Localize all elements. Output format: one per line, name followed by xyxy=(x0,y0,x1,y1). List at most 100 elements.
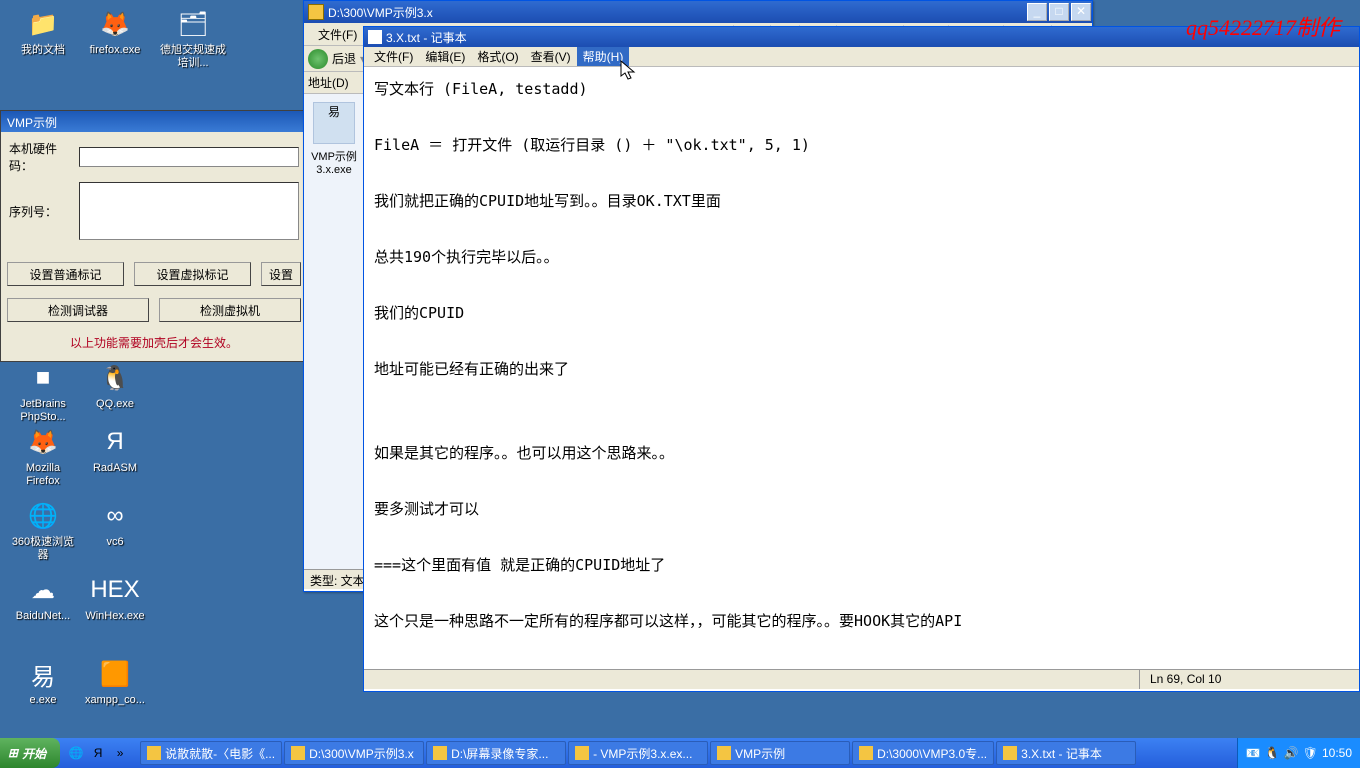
desktop-icon[interactable]: 🦊 firefox.exe xyxy=(80,6,150,57)
task-label: VMP示例 xyxy=(735,745,785,762)
task-label: 说散就散-〈电影《... xyxy=(165,745,275,762)
np-view-menu[interactable]: 查看(V) xyxy=(525,47,577,66)
max-button[interactable]: □ xyxy=(1049,3,1069,21)
hw-input[interactable] xyxy=(79,147,299,167)
clock[interactable]: 10:50 xyxy=(1322,746,1352,760)
app-icon: 🐧 xyxy=(97,360,133,396)
btn-detect-debugger[interactable]: 检测调试器 xyxy=(7,298,149,322)
np-format-menu[interactable]: 格式(O) xyxy=(471,47,524,66)
desktop-icon[interactable]: 📁 我的文档 xyxy=(8,6,78,57)
desktop-icon[interactable]: Я RadASM xyxy=(80,424,150,475)
sn-input[interactable] xyxy=(79,182,299,240)
taskbar-task[interactable]: D:\屏幕录像专家... xyxy=(426,741,566,765)
np-file-menu[interactable]: 文件(F) xyxy=(368,47,419,66)
taskbar-task[interactable]: VMP示例 xyxy=(710,741,850,765)
notepad-title-text: 3.X.txt - 记事本 xyxy=(386,29,467,46)
task-label: - VMP示例3.x.ex... xyxy=(593,745,692,762)
task-icon xyxy=(717,746,731,760)
tray-icon[interactable]: 🛡 xyxy=(1303,746,1318,760)
np-help-menu[interactable]: 帮助(H) xyxy=(577,47,630,66)
taskbar-task[interactable]: - VMP示例3.x.ex... xyxy=(568,741,708,765)
folder-icon xyxy=(308,4,324,20)
icon-label: QQ.exe xyxy=(80,398,150,411)
desktop-icon[interactable]: ☁ BaiduNet... xyxy=(8,572,78,623)
desktop-icon[interactable]: HEX WinHex.exe xyxy=(80,572,150,623)
tray-icon[interactable]: 📧 xyxy=(1246,746,1261,760)
icon-label: 德旭交规速成培训... xyxy=(158,44,228,70)
taskbar-task[interactable]: D:\3000\VMP3.0专... xyxy=(852,741,994,765)
icon-label: BaiduNet... xyxy=(8,610,78,623)
desktop-icon[interactable]: 易e.exe xyxy=(8,656,78,707)
ql-icon[interactable]: Я xyxy=(88,742,108,764)
taskbar-task[interactable]: D:\300\VMP示例3.x xyxy=(284,741,424,765)
app-icon: 🗂 xyxy=(175,6,211,42)
np-edit-menu[interactable]: 编辑(E) xyxy=(419,47,471,66)
back-icon[interactable] xyxy=(308,49,328,69)
app-icon: 🦊 xyxy=(25,424,61,460)
desktop-icon[interactable]: 🌐360极速浏览器 xyxy=(8,498,78,562)
notepad-icon xyxy=(368,30,382,44)
taskbar-task[interactable]: 说散就散-〈电影《... xyxy=(140,741,282,765)
notepad-titlebar[interactable]: 3.X.txt - 记事本 xyxy=(364,27,1359,47)
btn-set[interactable]: 设置 xyxy=(261,262,301,286)
task-icon xyxy=(291,746,305,760)
app-icon: ☁ xyxy=(25,572,61,608)
task-icon xyxy=(575,746,589,760)
btn-detect-vm[interactable]: 检测虚拟机 xyxy=(159,298,301,322)
app-icon: ∞ xyxy=(97,498,133,534)
desktop-icon[interactable]: 🗂德旭交规速成培训... xyxy=(158,6,228,70)
icon-label: e.exe xyxy=(8,694,78,707)
taskbar-task[interactable]: 3.X.txt - 记事本 xyxy=(996,741,1136,765)
min-button[interactable]: _ xyxy=(1027,3,1047,21)
icon-label: RadASM xyxy=(80,462,150,475)
notepad-menu: 文件(F) 编辑(E) 格式(O) 查看(V) 帮助(H) xyxy=(364,47,1359,67)
app-icon: Я xyxy=(97,424,133,460)
notepad-statusbar: Ln 69, Col 10 xyxy=(364,669,1359,689)
file-icon[interactable]: 易 xyxy=(313,102,355,144)
file-label: VMP示例3.x.exe xyxy=(308,148,360,176)
hw-label: 本机硬件码： xyxy=(9,140,79,174)
system-tray[interactable]: 📧 🐧 🔊 🛡 10:50 xyxy=(1237,738,1360,768)
icon-label: 我的文档 xyxy=(8,44,78,57)
task-label: D:\屏幕录像专家... xyxy=(451,745,548,762)
ql-icon[interactable]: 🌐 xyxy=(66,742,86,764)
notepad-text[interactable]: 写文本行 (FileA, testadd) FileA ＝ 打开文件 (取运行目… xyxy=(364,67,1359,669)
desktop-icon[interactable]: 🐧 QQ.exe xyxy=(80,360,150,411)
desktop-icon[interactable]: 🦊Mozilla Firefox xyxy=(8,424,78,488)
ql-icon[interactable]: » xyxy=(110,742,130,764)
explorer-title-text: D:\300\VMP示例3.x xyxy=(328,4,433,21)
vmp-dialog: VMP示例 本机硬件码： 序列号： 设置普通标记 设置虚拟标记 设置 检测调试器… xyxy=(0,110,308,362)
task-label: 3.X.txt - 记事本 xyxy=(1021,745,1102,762)
icon-label: 360极速浏览器 xyxy=(8,536,78,562)
task-icon xyxy=(433,746,447,760)
task-icon xyxy=(147,746,161,760)
taskbar: ⊞ 开始 🌐 Я » 说散就散-〈电影《... D:\300\VMP示例3.x D:… xyxy=(0,738,1360,768)
windows-icon: ⊞ xyxy=(8,746,18,760)
vmp-title[interactable]: VMP示例 xyxy=(1,111,307,132)
app-icon: 📁 xyxy=(25,6,61,42)
start-button[interactable]: ⊞ 开始 xyxy=(0,738,60,768)
task-label: D:\3000\VMP3.0专... xyxy=(877,745,987,762)
explorer-titlebar[interactable]: D:\300\VMP示例3.x _ □ ✕ xyxy=(304,1,1092,23)
file-menu[interactable]: 文件(F) xyxy=(310,24,365,45)
app-icon: HEX xyxy=(97,572,133,608)
task-icon xyxy=(1003,746,1017,760)
icon-label: xampp_co... xyxy=(80,694,150,707)
task-icon xyxy=(859,746,873,760)
icon-label: firefox.exe xyxy=(80,44,150,57)
tray-icon[interactable]: 🔊 xyxy=(1284,746,1299,760)
btn-normal-mark[interactable]: 设置普通标记 xyxy=(7,262,124,286)
vmp-warning: 以上功能需要加壳后才会生效。 xyxy=(1,328,307,361)
notepad-window: 3.X.txt - 记事本 文件(F) 编辑(E) 格式(O) 查看(V) 帮助… xyxy=(363,26,1360,692)
desktop-icon[interactable]: 🟧 xampp_co... xyxy=(80,656,150,707)
close-button[interactable]: ✕ xyxy=(1071,3,1091,21)
icon-label: vc6 xyxy=(80,536,150,549)
btn-virtual-mark[interactable]: 设置虚拟标记 xyxy=(134,262,251,286)
desktop-icon[interactable]: ■JetBrains PhpSto... xyxy=(8,360,78,424)
app-icon: 🦊 xyxy=(97,6,133,42)
app-icon: 🟧 xyxy=(97,656,133,692)
back-label[interactable]: 后退 xyxy=(332,50,356,67)
icon-label: WinHex.exe xyxy=(80,610,150,623)
tray-icon[interactable]: 🐧 xyxy=(1265,746,1280,760)
desktop-icon[interactable]: ∞ vc6 xyxy=(80,498,150,549)
